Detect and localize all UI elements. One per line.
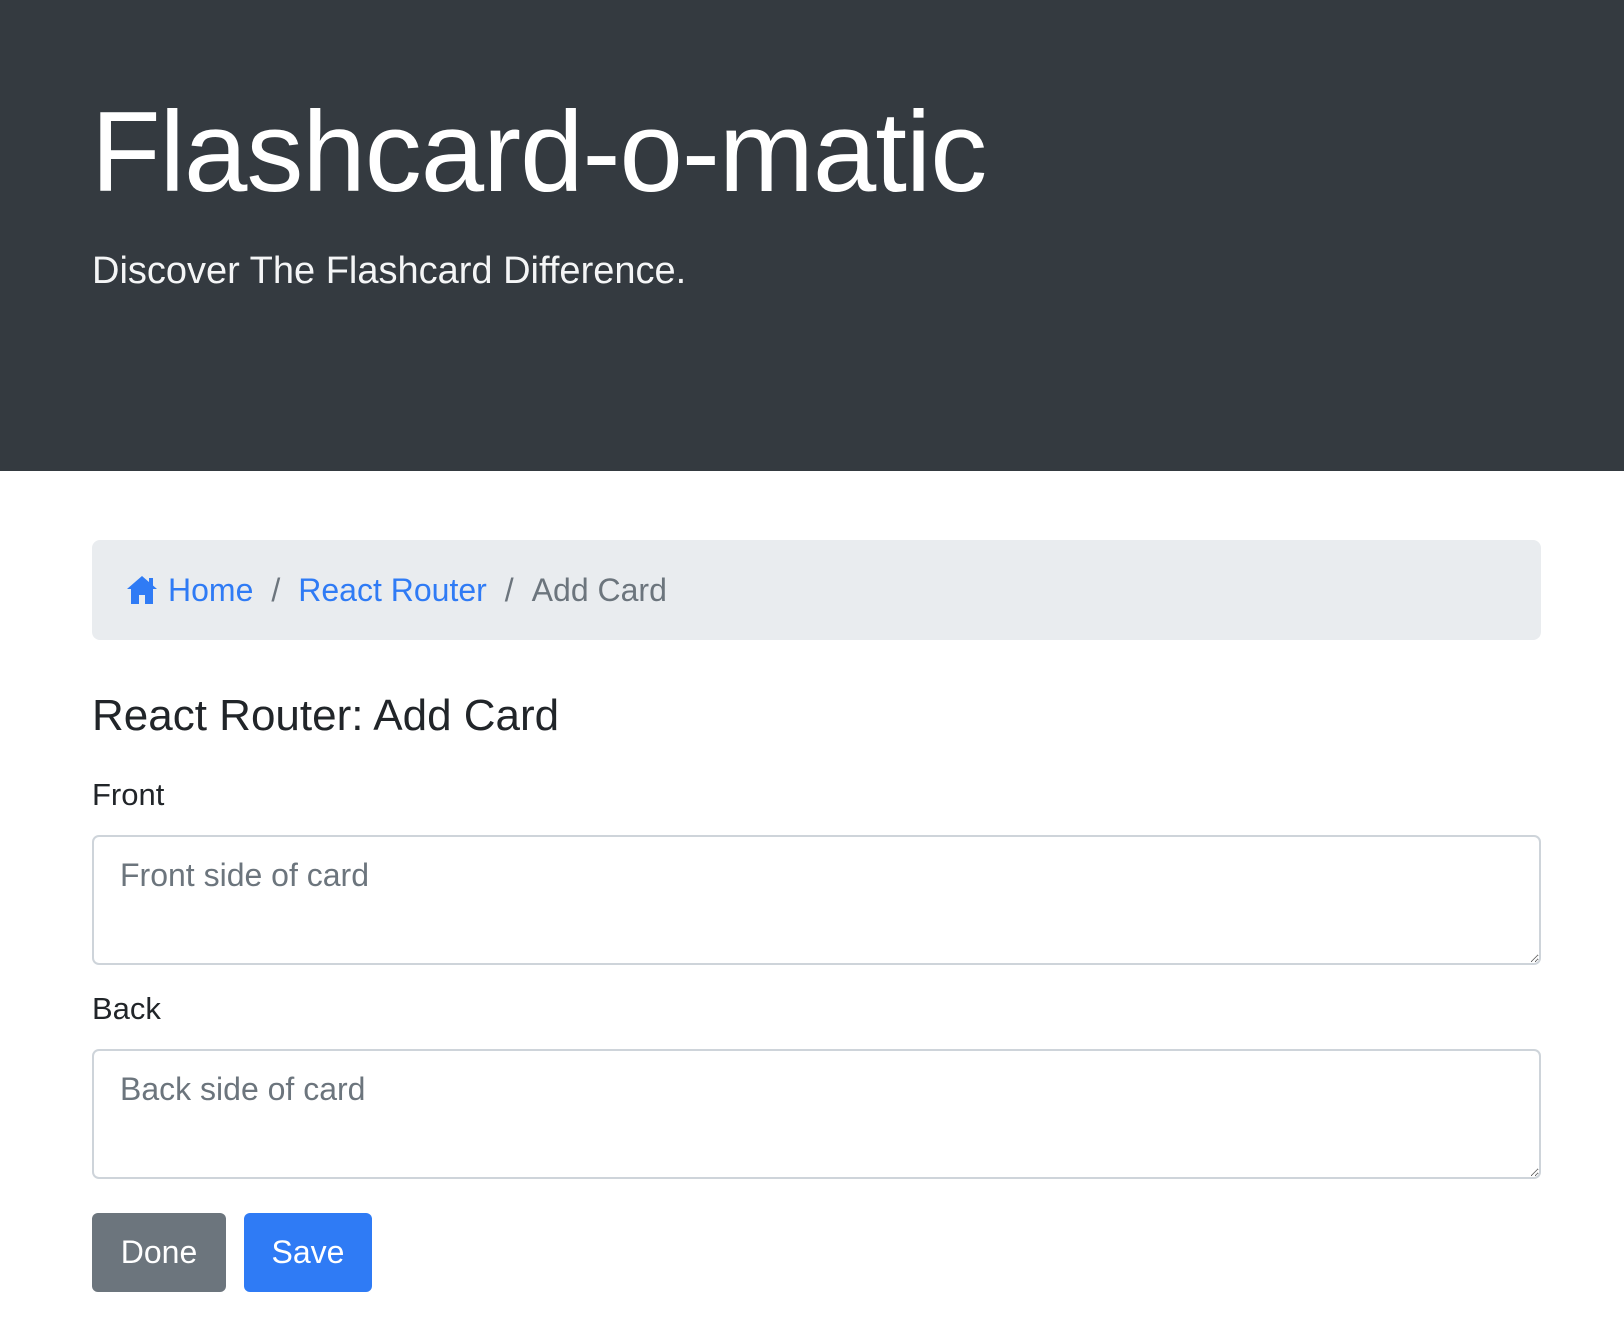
back-label: Back	[92, 990, 161, 1026]
back-textarea[interactable]	[92, 1048, 1541, 1179]
save-button[interactable]: Save	[244, 1212, 372, 1292]
breadcrumb: Home / React Router / Add Card	[92, 540, 1541, 640]
home-icon	[127, 576, 157, 604]
form-buttons: Done Save	[92, 1212, 1541, 1292]
breadcrumb-separator: /	[504, 571, 514, 608]
done-button[interactable]: Done	[92, 1212, 226, 1292]
app-title: Flashcard-o-matic	[91, 89, 987, 216]
front-textarea[interactable]	[92, 834, 1541, 965]
breadcrumb-deck-link[interactable]: React Router	[298, 572, 487, 609]
page-title: React Router: Add Card	[92, 691, 560, 740]
app-subtitle: Discover The Flashcard Difference.	[92, 250, 687, 292]
front-label: Front	[92, 776, 165, 812]
main-container: Home / React Router / Add Card React Rou…	[92, 540, 1541, 1292]
breadcrumb-home-link[interactable]: Home	[168, 572, 253, 609]
header-jumbotron: Flashcard-o-matic Discover The Flashcard…	[0, 0, 1624, 471]
breadcrumb-current: Add Card	[531, 571, 667, 608]
add-card-form: Front Back Done Save	[92, 777, 1541, 1292]
breadcrumb-separator: /	[271, 571, 281, 608]
breadcrumb-home[interactable]: Home	[126, 572, 253, 609]
